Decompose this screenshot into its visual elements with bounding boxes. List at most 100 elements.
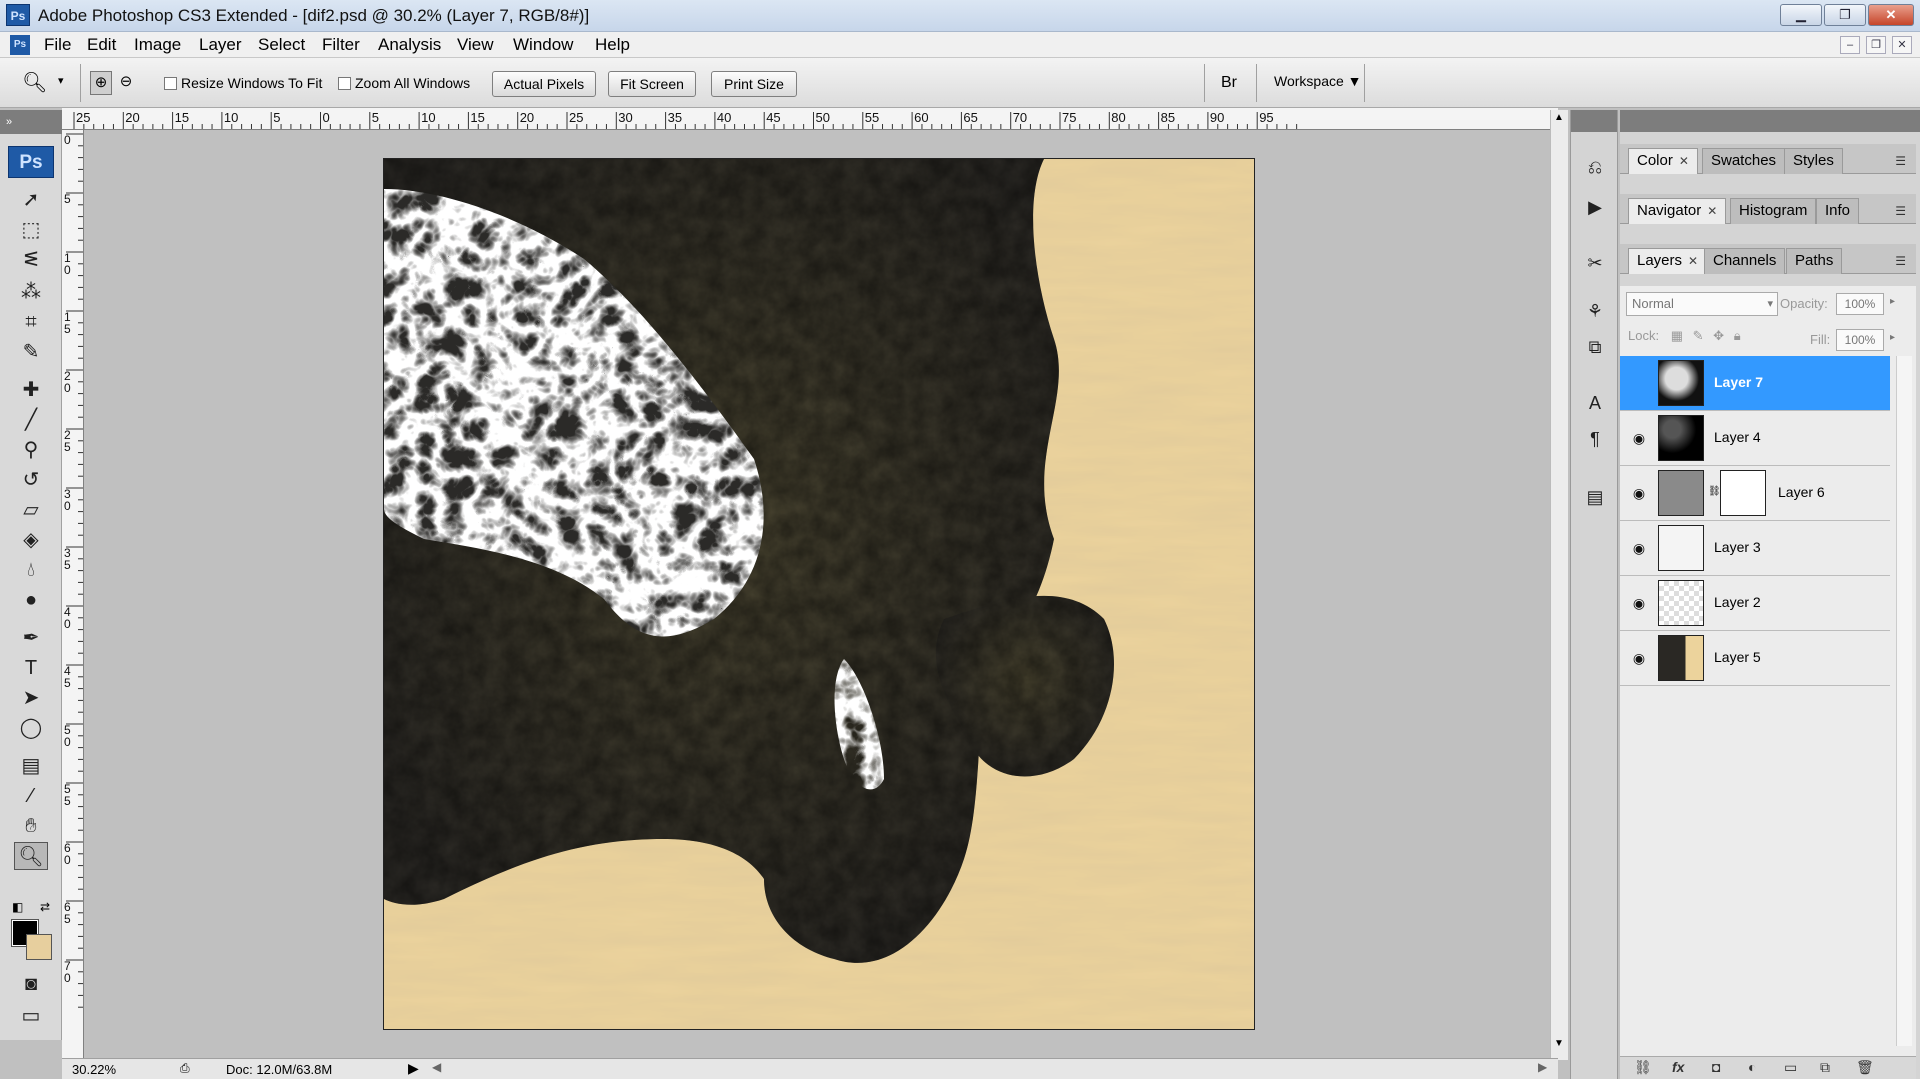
layer-row[interactable]: ◉ Layer 2 [1620, 576, 1890, 631]
scroll-up-icon[interactable]: ▲ [1554, 112, 1564, 123]
tool-presets-icon[interactable]: ✂ [1579, 248, 1611, 278]
character-panel-icon[interactable]: A [1579, 388, 1611, 418]
eraser-icon[interactable]: ▱ [14, 496, 48, 524]
print-size-button[interactable]: Print Size [711, 71, 797, 97]
path-selection-icon[interactable]: ➤ [14, 684, 48, 712]
dock-grip[interactable] [1571, 110, 1617, 132]
link-layers-icon[interactable]: ⛓ [1634, 1059, 1652, 1076]
quick-mask-icon[interactable]: ◙ [14, 970, 48, 998]
brushes-panel-icon[interactable]: ⚘ [1579, 296, 1611, 326]
magic-wand-icon[interactable]: ⁂ [14, 278, 48, 306]
scroll-left-icon[interactable]: ◀ [432, 1060, 441, 1074]
minimize-button[interactable]: ▁ [1780, 4, 1822, 26]
vertical-scrollbar[interactable]: ▲ ▼ [1550, 110, 1568, 1060]
type-tool-icon[interactable]: T [14, 654, 48, 682]
new-layer-icon[interactable]: ⧉ [1820, 1059, 1830, 1076]
status-menu-icon[interactable]: ▶ [408, 1060, 419, 1077]
blend-mode-select[interactable]: Normal ▾ [1626, 292, 1778, 316]
add-mask-icon[interactable]: ◘ [1712, 1059, 1720, 1075]
screen-mode-icon[interactable]: ▭ [14, 1002, 48, 1030]
zoom-in-icon[interactable]: ⊕ [90, 71, 112, 95]
history-panel-icon[interactable]: ⎌ [1579, 152, 1611, 182]
app-icon[interactable]: Ps [6, 4, 30, 26]
panels-grip[interactable] [1620, 110, 1920, 132]
layer-name[interactable]: Layer 4 [1714, 429, 1761, 445]
swap-colors-icon[interactable]: ⇄ [40, 900, 50, 914]
marquee-tool-icon[interactable]: ⬚ [14, 216, 48, 244]
doc-close-button[interactable]: ✕ [1892, 36, 1912, 54]
tab-navigator[interactable]: Navigator ✕ [1628, 198, 1727, 224]
zoom-tool-preset-icon[interactable]: 🔍︎ [22, 70, 47, 95]
doc-minimize-button[interactable]: – [1840, 36, 1860, 54]
tab-layers[interactable]: Layers ✕ [1628, 248, 1708, 274]
doc-restore-button[interactable]: ❐ [1866, 36, 1886, 54]
menu-analysis[interactable]: Analysis [378, 35, 441, 55]
move-tool-icon[interactable]: ➚ [14, 186, 48, 214]
layer-name[interactable]: Layer 2 [1714, 594, 1761, 610]
lock-transparency-icon[interactable]: ▦ [1671, 328, 1683, 343]
menu-window[interactable]: Window [513, 35, 573, 55]
tab-paths[interactable]: Paths [1786, 248, 1843, 274]
panel-menu-icon[interactable]: ☰ [1895, 254, 1906, 268]
fill-slider-icon[interactable]: ▸ [1890, 332, 1895, 343]
opacity-field[interactable]: 100% [1836, 293, 1884, 315]
fill-field[interactable]: 100% [1836, 329, 1884, 351]
default-colors-icon[interactable]: ◧ [12, 900, 23, 914]
history-brush-icon[interactable]: ↺ [14, 466, 48, 494]
dodge-tool-icon[interactable]: ● [14, 586, 48, 614]
zoom-out-icon[interactable]: ⊖ [115, 71, 137, 95]
tab-channels[interactable]: Channels [1704, 248, 1786, 274]
document-canvas[interactable] [383, 158, 1255, 1030]
close-button[interactable]: ✕ [1868, 4, 1914, 26]
layer-style-icon[interactable]: fx [1672, 1059, 1684, 1075]
layer-row[interactable]: ◉ Layer 5 [1620, 631, 1890, 686]
adjustment-layer-icon[interactable]: ◐ [1748, 1059, 1756, 1075]
visibility-eye-icon[interactable]: ◉ [1628, 647, 1650, 669]
clone-source-icon[interactable]: ⧉ [1579, 332, 1611, 362]
layer-name[interactable]: Layer 7 [1714, 374, 1763, 390]
menu-file[interactable]: File [44, 35, 71, 55]
scroll-down-icon[interactable]: ▼ [1554, 1038, 1564, 1049]
panel-menu-icon[interactable]: ☰ [1895, 204, 1906, 218]
opacity-slider-icon[interactable]: ▸ [1890, 296, 1895, 307]
visibility-eye-icon[interactable]: ◉ [1628, 537, 1650, 559]
new-group-icon[interactable]: ▭ [1784, 1059, 1797, 1076]
maximize-button[interactable]: ❐ [1824, 4, 1866, 26]
zoom-tool-icon[interactable]: 🔍︎ [14, 842, 48, 870]
preset-dropdown-icon[interactable]: ▾ [58, 74, 64, 87]
lock-all-icon[interactable]: 🔒︎ [1734, 328, 1741, 343]
tab-swatches[interactable]: Swatches [1702, 148, 1786, 174]
close-icon[interactable]: ✕ [1688, 254, 1698, 268]
zoom-level[interactable]: 30.22% [72, 1062, 116, 1077]
layer-row[interactable]: ◉ Layer 7 [1620, 356, 1890, 411]
actual-pixels-button[interactable]: Actual Pixels [492, 71, 596, 97]
toolbox-grip[interactable]: » [0, 110, 62, 134]
lock-position-icon[interactable]: ✥ [1713, 328, 1724, 343]
document-icon[interactable]: Ps [10, 35, 30, 55]
visibility-eye-icon[interactable]: ◉ [1628, 427, 1650, 449]
layer-name[interactable]: Layer 3 [1714, 539, 1761, 555]
menu-edit[interactable]: Edit [87, 35, 116, 55]
slice-tool-icon[interactable]: ✎ [14, 338, 48, 366]
close-icon[interactable]: ✕ [1679, 154, 1689, 168]
status-icon[interactable]: ⎙ [180, 1061, 190, 1076]
tab-color[interactable]: Color ✕ [1628, 148, 1698, 174]
layer-mask-thumbnail[interactable] [1720, 470, 1766, 516]
paragraph-panel-icon[interactable]: ¶ [1579, 424, 1611, 454]
horizontal-ruler[interactable]: 25 20 15 10 5 0 5 10 15 20 25 30 35 40 45 50 55 60 65 70 75 8… [72, 108, 1558, 130]
crop-tool-icon[interactable]: ⌗ [14, 308, 48, 336]
paint-bucket-icon[interactable]: ◈ [14, 526, 48, 554]
menu-help[interactable]: Help [595, 35, 630, 55]
menu-filter[interactable]: Filter [322, 35, 360, 55]
visibility-eye-icon[interactable]: ◉ [1628, 372, 1650, 394]
delete-layer-icon[interactable]: 🗑︎ [1856, 1059, 1874, 1076]
resize-windows-checkbox[interactable]: Resize Windows To Fit [164, 75, 322, 91]
layer-row[interactable]: ◉ Layer 4 [1620, 411, 1890, 466]
visibility-eye-icon[interactable]: ◉ [1628, 482, 1650, 504]
panel-menu-icon[interactable]: ☰ [1895, 154, 1906, 168]
pen-tool-icon[interactable]: ✒ [14, 624, 48, 652]
tab-info[interactable]: Info [1816, 198, 1860, 224]
lasso-tool-icon[interactable]: ᓬ [14, 246, 48, 274]
visibility-eye-icon[interactable]: ◉ [1628, 592, 1650, 614]
zoom-all-windows-checkbox[interactable]: Zoom All Windows [338, 75, 470, 91]
